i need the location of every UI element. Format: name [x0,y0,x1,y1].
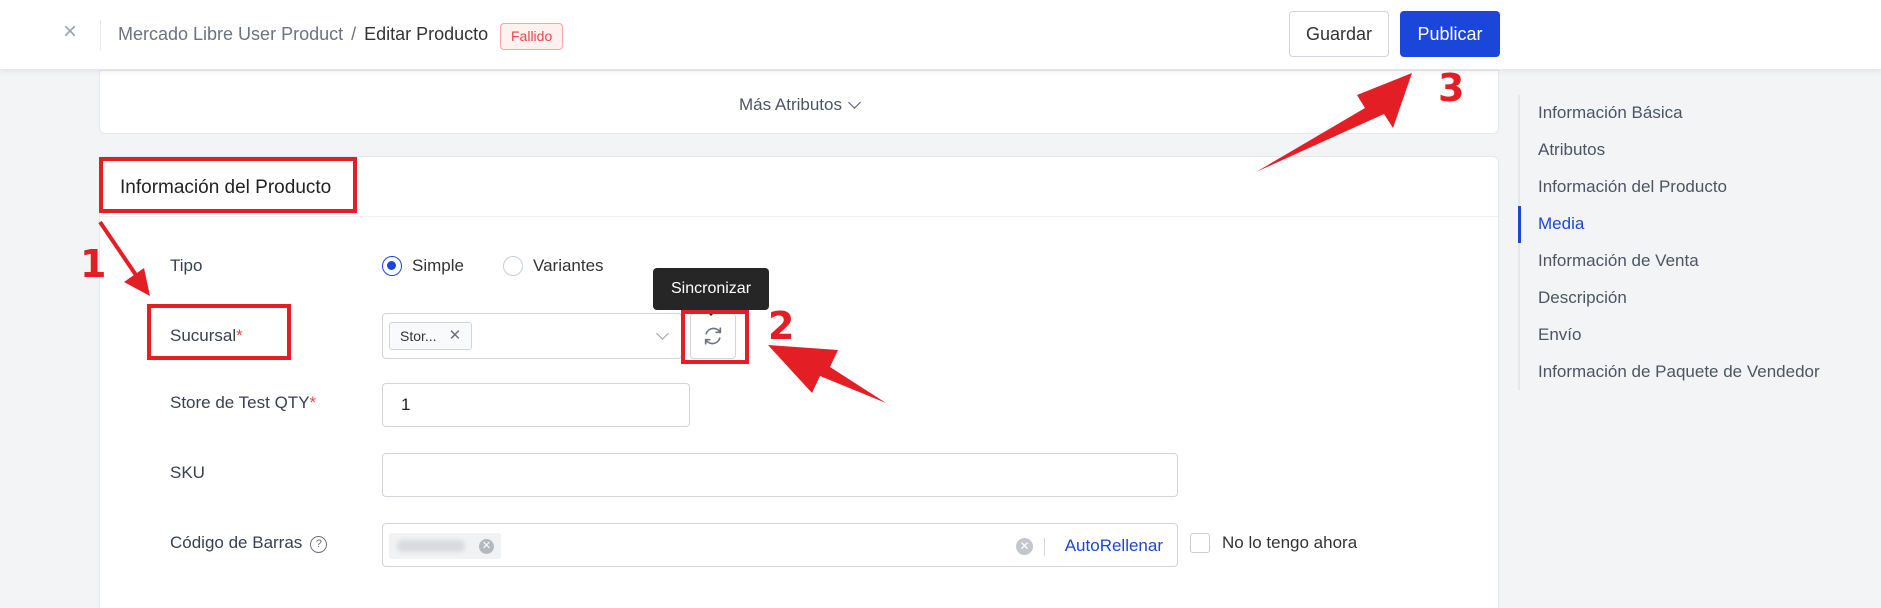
breadcrumb: Mercado Libre User Product / Editar Produc… [118,24,488,45]
qty-label-text: Store de Test QTY [170,393,310,412]
publish-button[interactable]: Publicar [1400,11,1500,57]
sucursal-select[interactable]: Stor... ✕ [382,313,682,359]
top-header: × Mercado Libre User Product / Editar Prod… [0,0,1881,70]
radio-simple-label: Simple [412,256,464,275]
autofill-link[interactable]: AutoRellenar [1065,536,1163,556]
attributes-card: Más Atributos [99,70,1499,134]
tag-close-icon[interactable]: ✕ [449,323,462,349]
radio-variantes[interactable]: Variantes [503,256,604,276]
radio-checked-icon [382,256,402,276]
input-divider [1044,538,1045,556]
radio-variantes-label: Variantes [533,256,604,275]
clear-icon[interactable]: ✕ [1016,538,1033,555]
barcode-label: Código de Barras? [170,533,328,554]
no-barcode-label: No lo tengo ahora [1222,533,1358,552]
more-attributes-toggle[interactable]: Más Atributos [100,95,1498,115]
annotation-box-sucursal [147,304,291,360]
annotation-box-section-title [99,157,357,213]
barcode-input[interactable]: ✕ ✕ AutoRellenar [382,523,1178,567]
save-button[interactable]: Guardar [1289,11,1389,57]
barcode-tag: ✕ [389,533,501,559]
nav-item-media[interactable]: Media [1538,214,1584,234]
status-badge: Fallido [500,23,564,50]
annotation-step-1: 1 [80,242,107,286]
nav-item-informacion-basica[interactable]: Información Básica [1538,103,1683,123]
nav-item-informacion-venta[interactable]: Información de Venta [1538,251,1699,271]
nav-item-envio[interactable]: Envío [1538,325,1581,345]
breadcrumb-parent-link[interactable]: Mercado Libre User Product [118,24,343,44]
tag-clear-icon[interactable]: ✕ [479,539,494,554]
breadcrumb-current: Editar Producto [364,24,489,44]
section-divider [100,216,1498,217]
qty-label: Store de Test QTY* [170,393,316,413]
nav-item-informacion-producto[interactable]: Información del Producto [1538,177,1727,197]
checkbox-icon [1190,533,1210,553]
breadcrumb-separator: / [351,24,357,44]
nav-item-atributos[interactable]: Atributos [1538,140,1605,160]
more-attributes-label: Más Atributos [739,95,842,114]
nav-item-descripcion[interactable]: Descripción [1538,288,1627,308]
annotation-box-sync [681,310,749,364]
chevron-down-icon [656,327,669,340]
header-divider [100,20,101,50]
sync-tooltip: Sincronizar [653,268,769,316]
no-barcode-checkbox[interactable]: No lo tengo ahora [1190,533,1357,553]
radio-simple[interactable]: Simple [382,256,464,276]
tipo-label: Tipo [170,256,203,275]
chevron-down-icon [848,96,861,109]
sucursal-tag: Stor... ✕ [389,322,473,350]
redacted-value [397,540,465,552]
anchor-nav-active-indicator [1518,206,1521,243]
sku-label: SKU [170,463,205,482]
qty-input[interactable] [382,383,690,427]
sucursal-tag-label: Stor... [400,328,437,344]
annotation-step-2: 2 [768,304,795,348]
annotation-step-3: 3 [1438,66,1465,110]
radio-unchecked-icon [503,256,523,276]
nav-item-paquete-vendedor[interactable]: Información de Paquete de Vendedor [1538,362,1820,382]
barcode-label-text: Código de Barras [170,533,303,552]
close-icon[interactable]: × [56,18,84,46]
sku-input[interactable] [382,453,1178,497]
required-mark: * [309,393,317,412]
help-icon[interactable]: ? [310,536,328,553]
